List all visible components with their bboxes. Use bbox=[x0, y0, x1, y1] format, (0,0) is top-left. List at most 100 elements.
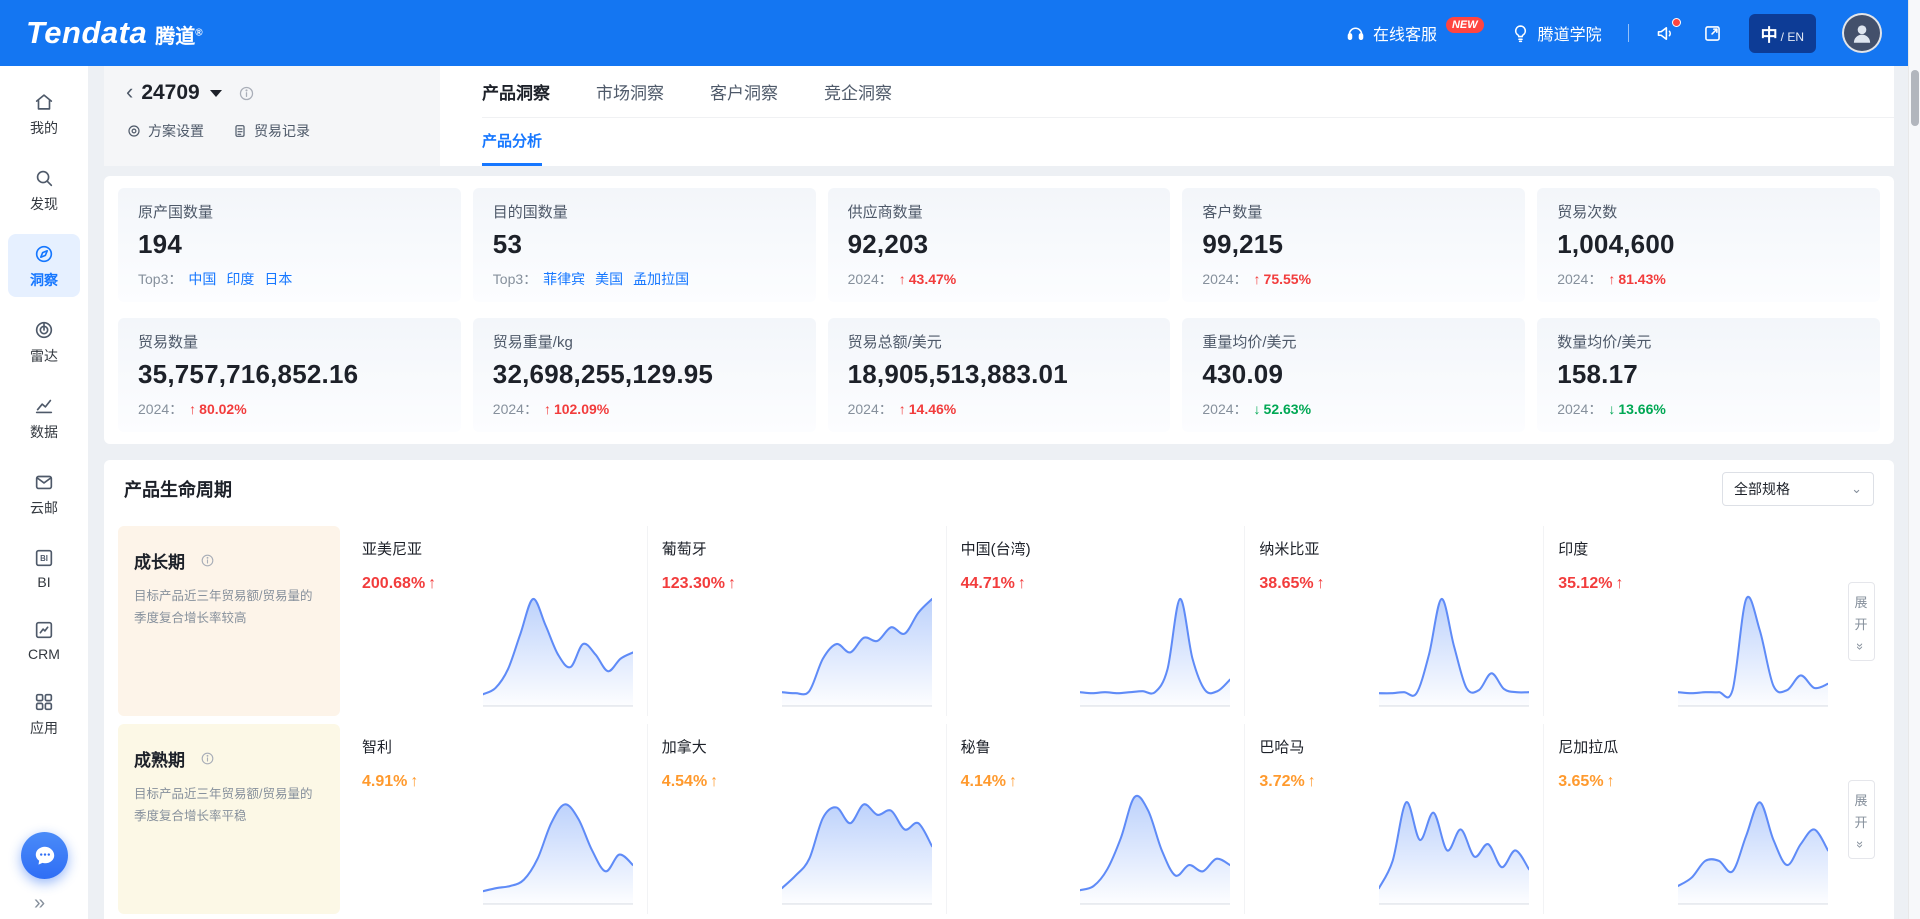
sidebar-collapse-toggle[interactable]: » bbox=[34, 892, 45, 915]
country-name: 葡萄牙 bbox=[662, 538, 932, 559]
trade-records-button[interactable]: 贸易记录 bbox=[232, 121, 310, 141]
subtab-product-analysis[interactable]: 产品分析 bbox=[482, 118, 542, 166]
language-toggle[interactable]: 中 / EN bbox=[1749, 14, 1816, 53]
sidebar-label: 洞察 bbox=[30, 270, 58, 290]
online-service-button[interactable]: 在线客服 NEW bbox=[1345, 21, 1484, 45]
stat-value: 53 bbox=[493, 229, 796, 260]
year-label: 2024： bbox=[848, 399, 893, 419]
lifecycle-country-cell[interactable]: 印度 35.12%↑ bbox=[1543, 526, 1842, 716]
lifecycle-country-cell[interactable]: 纳米比亚 38.65%↑ bbox=[1244, 526, 1543, 716]
expand-button[interactable]: 展 开 » bbox=[1848, 582, 1875, 661]
stage-info-icon[interactable] bbox=[200, 751, 215, 766]
stat-trend: ↑80.02% bbox=[189, 401, 246, 417]
subtab-row: 产品分析 bbox=[482, 118, 1894, 166]
topbar-divider bbox=[1628, 24, 1629, 42]
lifecycle-country-cell[interactable]: 巴哈马 3.72%↑ bbox=[1244, 724, 1543, 914]
stat-trend: ↓13.66% bbox=[1608, 401, 1665, 417]
sidebar-item-discover[interactable]: 发现 bbox=[8, 158, 80, 221]
top3-link[interactable]: 美国 bbox=[595, 269, 623, 289]
stat-value: 1,004,600 bbox=[1557, 229, 1860, 260]
chevrons-down-icon: » bbox=[1853, 840, 1868, 845]
growth-rate: 38.65%↑ bbox=[1259, 575, 1324, 707]
growth-rate: 4.91%↑ bbox=[362, 773, 418, 905]
lifecycle-title: 产品生命周期 bbox=[124, 476, 232, 502]
sidebar-label: 我的 bbox=[30, 118, 58, 138]
growth-rate: 4.14%↑ bbox=[961, 773, 1017, 905]
back-chevron[interactable]: ‹ bbox=[126, 81, 133, 103]
stat-card-destination-countries: 目的国数量 53 Top3： 菲律宾 美国 孟加拉国 bbox=[473, 188, 816, 302]
top3-link[interactable]: 中国 bbox=[188, 269, 216, 289]
stat-title: 贸易数量 bbox=[138, 331, 441, 352]
sidebar-item-mine[interactable]: 我的 bbox=[8, 82, 80, 145]
new-badge: NEW bbox=[1446, 17, 1484, 33]
stat-value: 18,905,513,883.01 bbox=[848, 359, 1151, 390]
tab-market-insight[interactable]: 市场洞察 bbox=[596, 79, 664, 104]
stat-value: 194 bbox=[138, 229, 441, 260]
growth-rate: 4.54%↑ bbox=[662, 773, 718, 905]
growth-rate: 3.72%↑ bbox=[1259, 773, 1315, 905]
top3-link[interactable]: 日本 bbox=[264, 269, 292, 289]
stat-value: 99,215 bbox=[1202, 229, 1505, 260]
stat-card-avg-price-weight: 重量均价/美元 430.09 2024： ↓52.63% bbox=[1182, 318, 1525, 432]
tendata-logo[interactable]: Tendata 腾道® bbox=[26, 15, 203, 51]
year-label: 2024： bbox=[493, 399, 538, 419]
stat-card-trade-quantity: 贸易数量 35,757,716,852.16 2024： ↑80.02% bbox=[118, 318, 461, 432]
announcement-button[interactable] bbox=[1655, 23, 1676, 44]
sidebar-item-radar[interactable]: 雷达 bbox=[8, 310, 80, 373]
language-zh: 中 bbox=[1761, 21, 1778, 46]
trend-sparkline bbox=[1379, 779, 1529, 905]
sidebar-item-mail[interactable]: 云邮 bbox=[8, 462, 80, 525]
tab-customer-insight[interactable]: 客户洞察 bbox=[710, 79, 778, 104]
plan-id[interactable]: 24709 bbox=[141, 81, 199, 105]
stat-card-trade-total: 贸易总额/美元 18,905,513,883.01 2024： ↑14.46% bbox=[828, 318, 1171, 432]
scrollbar-thumb[interactable] bbox=[1911, 70, 1919, 126]
stat-card-suppliers: 供应商数量 92,203 2024： ↑43.47% bbox=[828, 188, 1171, 302]
top3-link[interactable]: 印度 bbox=[226, 269, 254, 289]
lifecycle-cells: 智利 4.91%↑ 加拿大 4.54%↑ 秘鲁 4.1 bbox=[348, 724, 1842, 914]
plan-dropdown-caret[interactable] bbox=[210, 90, 222, 97]
trend-sparkline bbox=[483, 779, 633, 905]
lifecycle-country-cell[interactable]: 亚美尼亚 200.68%↑ bbox=[348, 526, 647, 716]
sidebar-item-crm[interactable]: CRM bbox=[8, 610, 80, 669]
tab-product-insight[interactable]: 产品洞察 bbox=[482, 79, 550, 104]
year-label: 2024： bbox=[848, 269, 893, 289]
country-name: 亚美尼亚 bbox=[362, 538, 633, 559]
page-scrollbar[interactable] bbox=[1908, 0, 1920, 919]
plan-settings-icon bbox=[126, 123, 142, 139]
sidebar-item-insight[interactable]: 洞察 bbox=[8, 234, 80, 297]
lifecycle-country-cell[interactable]: 秘鲁 4.14%↑ bbox=[946, 724, 1245, 914]
lifecycle-country-cell[interactable]: 智利 4.91%↑ bbox=[348, 724, 647, 914]
plan-info-icon[interactable] bbox=[238, 85, 255, 102]
user-avatar[interactable] bbox=[1842, 13, 1882, 53]
top3-link[interactable]: 菲律宾 bbox=[543, 269, 585, 289]
stat-value: 92,203 bbox=[848, 229, 1151, 260]
customer-service-fab[interactable] bbox=[21, 832, 68, 879]
sidebar-label: 雷达 bbox=[30, 346, 58, 366]
expand-button[interactable]: 展 开 » bbox=[1848, 780, 1875, 859]
tab-competitor-insight[interactable]: 竞企洞察 bbox=[824, 79, 892, 104]
country-name: 尼加拉瓜 bbox=[1558, 736, 1828, 757]
lifecycle-country-cell[interactable]: 尼加拉瓜 3.65%↑ bbox=[1543, 724, 1842, 914]
top3-link[interactable]: 孟加拉国 bbox=[633, 269, 689, 289]
stage-info-icon[interactable] bbox=[200, 553, 215, 568]
stat-value: 158.17 bbox=[1557, 359, 1860, 390]
lifecycle-country-cell[interactable]: 中国(台湾) 44.71%↑ bbox=[946, 526, 1245, 716]
workbench-button[interactable] bbox=[1702, 23, 1723, 44]
sidebar-label: 数据 bbox=[30, 422, 58, 442]
lifecycle-country-cell[interactable]: 葡萄牙 123.30%↑ bbox=[647, 526, 946, 716]
chevrons-down-icon: » bbox=[1853, 642, 1868, 647]
stat-trend: ↑81.43% bbox=[1608, 271, 1665, 287]
spec-filter-select[interactable]: 全部规格 ⌄ bbox=[1722, 472, 1874, 506]
plan-settings-label: 方案设置 bbox=[148, 121, 204, 141]
lifecycle-country-cell[interactable]: 加拿大 4.54%↑ bbox=[647, 724, 946, 914]
stats-panel: 原产国数量 194 Top3： 中国 印度 日本 目的国数量 53 Top3： … bbox=[104, 176, 1894, 444]
sidebar-item-data[interactable]: 数据 bbox=[8, 386, 80, 449]
sidebar-item-apps[interactable]: 应用 bbox=[8, 682, 80, 745]
sidebar-item-bi[interactable]: BI BI bbox=[8, 538, 80, 597]
plan-settings-button[interactable]: 方案设置 bbox=[126, 121, 204, 141]
compass-icon bbox=[33, 243, 55, 265]
line-chart-icon bbox=[33, 395, 55, 417]
sidebar-label: BI bbox=[37, 574, 50, 590]
academy-button[interactable]: 腾道学院 bbox=[1510, 21, 1602, 45]
lifecycle-row-growth: 成长期 目标产品近三年贸易额/贸易量的季度复合增长率较高 亚美尼亚 200.68… bbox=[118, 526, 1880, 716]
